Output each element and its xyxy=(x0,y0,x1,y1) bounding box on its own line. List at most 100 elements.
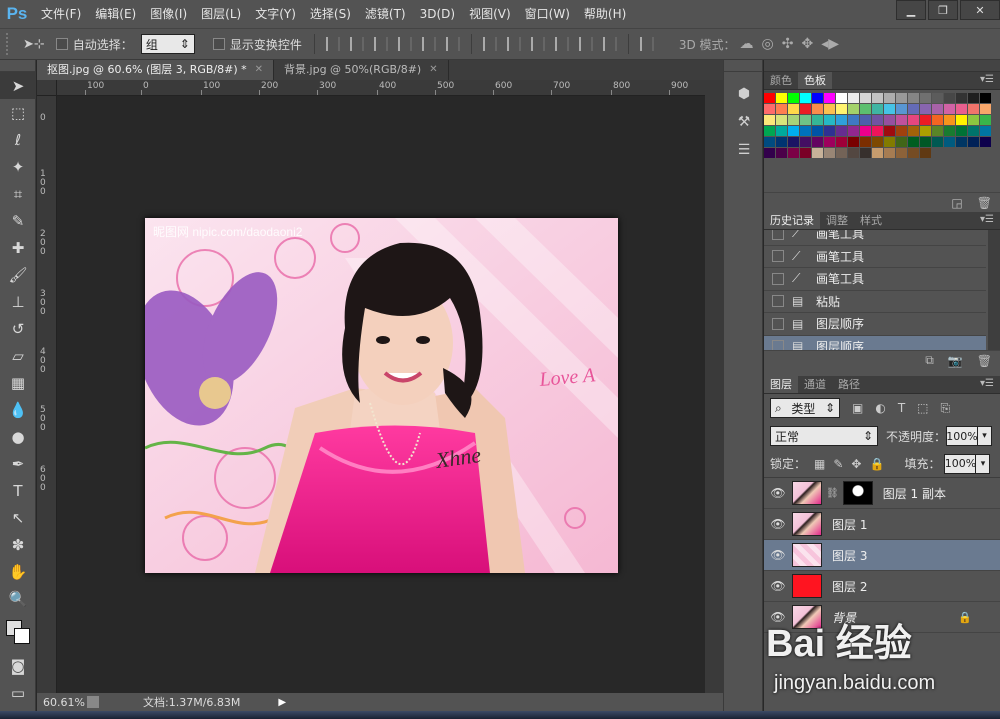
color-swatch[interactable] xyxy=(884,126,895,136)
eye-icon[interactable]: 👁 xyxy=(764,548,792,562)
brush-tool-icon[interactable]: 🖌 xyxy=(0,261,36,288)
color-swatch[interactable] xyxy=(824,115,835,125)
color-swatch[interactable] xyxy=(872,148,883,158)
tab-document-1[interactable]: 抠图.jpg @ 60.6% (图层 3, RGB/8#) * ✕ xyxy=(37,60,275,80)
restore-button[interactable]: ❐ xyxy=(928,0,958,20)
color-swatch[interactable] xyxy=(980,104,991,114)
color-swatch[interactable] xyxy=(812,126,823,136)
menu-item[interactable]: 图像(I) xyxy=(143,0,194,28)
layer-row[interactable]: 👁 图层 1 xyxy=(764,509,1000,540)
menu-item[interactable]: 图层(L) xyxy=(194,0,248,28)
color-swatch[interactable] xyxy=(800,137,811,147)
3d-pan-icon[interactable]: ✣ xyxy=(778,36,798,52)
history-snapshot-checkbox[interactable] xyxy=(772,250,784,263)
color-swatch[interactable] xyxy=(836,148,847,158)
color-swatch[interactable] xyxy=(980,93,991,103)
color-swatch[interactable] xyxy=(944,137,955,147)
color-swatch[interactable] xyxy=(908,115,919,125)
align-bottom-icon[interactable] xyxy=(373,37,388,51)
color-swatch[interactable] xyxy=(776,93,787,103)
3d-scale-icon[interactable]: ◂▶ xyxy=(817,36,843,52)
filter-type-icon[interactable]: T xyxy=(898,401,905,415)
3d-roll-icon[interactable]: ◎ xyxy=(758,36,778,52)
tab-paths[interactable]: 路径 xyxy=(832,376,866,393)
color-swatch[interactable] xyxy=(860,148,871,158)
color-swatch[interactable] xyxy=(920,148,931,158)
color-swatch[interactable] xyxy=(836,93,847,103)
menu-item[interactable]: 窗口(W) xyxy=(518,0,577,28)
color-swatch[interactable] xyxy=(776,126,787,136)
color-swatch[interactable] xyxy=(872,93,883,103)
history-snapshot-checkbox[interactable] xyxy=(772,340,784,350)
distribute-top-icon[interactable] xyxy=(482,37,497,51)
color-swatch[interactable] xyxy=(776,137,787,147)
color-swatch[interactable] xyxy=(848,104,859,114)
color-swatch[interactable] xyxy=(956,137,967,147)
color-swatch[interactable] xyxy=(932,115,943,125)
color-swatch[interactable] xyxy=(920,93,931,103)
menu-item[interactable]: 文件(F) xyxy=(34,0,88,28)
dodge-tool-icon[interactable]: ● xyxy=(0,423,36,450)
align-top-icon[interactable] xyxy=(325,37,340,51)
layer-mask-thumbnail[interactable] xyxy=(842,481,873,505)
menu-item[interactable]: 滤镜(T) xyxy=(358,0,413,28)
options-grip[interactable] xyxy=(6,33,12,55)
color-swatch[interactable] xyxy=(956,93,967,103)
filter-smart-icon[interactable]: ⎘ xyxy=(941,401,951,416)
history-snapshot-checkbox[interactable] xyxy=(772,272,784,285)
color-swatch[interactable] xyxy=(860,93,871,103)
distribute-hcenter-icon[interactable] xyxy=(578,37,593,51)
distribute-left-icon[interactable] xyxy=(554,37,569,51)
color-swatch[interactable] xyxy=(848,137,859,147)
color-swatch[interactable] xyxy=(800,93,811,103)
auto-select-checkbox[interactable] xyxy=(55,38,68,50)
layer-name[interactable]: 图层 2 xyxy=(832,578,867,595)
lock-all-icon[interactable]: 🔒 xyxy=(869,457,884,471)
align-vcenter-icon[interactable] xyxy=(349,37,364,51)
color-swatch[interactable] xyxy=(884,104,895,114)
color-swatch[interactable] xyxy=(932,104,943,114)
magic-wand-tool-icon[interactable]: ✦ xyxy=(0,153,36,180)
color-swatch[interactable] xyxy=(836,115,847,125)
trash-icon[interactable]: 🗑 xyxy=(977,196,992,210)
zoom-level[interactable]: 60.61% xyxy=(37,696,85,709)
canvas-area[interactable]: 昵图网 nipic.com/daodaoni2 Love A Xhne xyxy=(57,96,705,693)
color-swatch[interactable] xyxy=(812,148,823,158)
history-snapshot-checkbox[interactable] xyxy=(772,317,784,330)
layer-thumbnail[interactable] xyxy=(792,481,822,505)
color-swatch[interactable] xyxy=(932,137,943,147)
minimize-button[interactable]: ▁ xyxy=(896,0,926,20)
tab-styles[interactable]: 样式 xyxy=(854,212,888,229)
screen-mode-icon[interactable]: ▭ xyxy=(0,679,36,706)
lasso-tool-icon[interactable]: ℓ xyxy=(0,126,36,153)
tab-document-2[interactable]: 背景.jpg @ 50%(RGB/8#) ✕ xyxy=(274,60,449,80)
color-swatch[interactable] xyxy=(836,137,847,147)
color-swatch[interactable] xyxy=(776,104,787,114)
background-color[interactable] xyxy=(14,628,30,644)
path-select-tool-icon[interactable]: ↖ xyxy=(0,504,36,531)
tab-swatches[interactable]: 色板 xyxy=(798,72,832,89)
color-swatch[interactable] xyxy=(860,104,871,114)
align-right-icon[interactable] xyxy=(445,37,460,51)
menu-item[interactable]: 编辑(E) xyxy=(88,0,143,28)
color-swatch[interactable] xyxy=(872,137,883,147)
color-swatch[interactable] xyxy=(764,115,775,125)
opacity-input[interactable]: 100% xyxy=(946,426,979,446)
history-scrollbar[interactable] xyxy=(988,230,1000,350)
history-item[interactable]: ⟋ 画笔工具 xyxy=(764,246,986,268)
color-swatch[interactable] xyxy=(968,137,979,147)
color-swatch[interactable] xyxy=(824,148,835,158)
align-left-icon[interactable] xyxy=(397,37,412,51)
color-swatch[interactable] xyxy=(896,104,907,114)
eye-icon[interactable]: 👁 xyxy=(764,517,792,531)
color-swatch[interactable] xyxy=(932,126,943,136)
color-swatch[interactable] xyxy=(824,104,835,114)
tools-panel-header[interactable] xyxy=(0,60,35,72)
brush-presets-icon[interactable]: ☰ xyxy=(724,136,764,164)
menu-item[interactable]: 文字(Y) xyxy=(248,0,303,28)
type-tool-icon[interactable]: T xyxy=(0,477,36,504)
layer-name[interactable]: 图层 3 xyxy=(832,547,867,564)
color-swatch[interactable] xyxy=(788,93,799,103)
color-swatch[interactable] xyxy=(920,137,931,147)
show-transform-checkbox[interactable] xyxy=(212,38,225,50)
